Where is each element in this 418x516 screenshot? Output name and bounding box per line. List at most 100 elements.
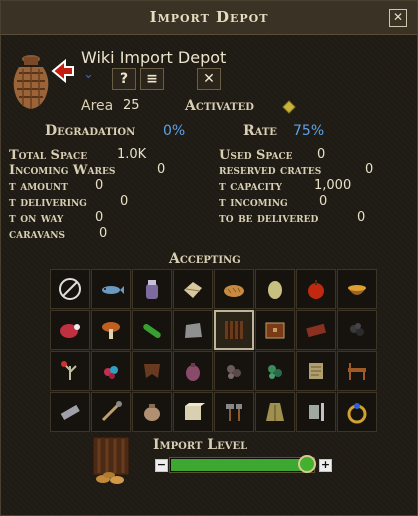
accepted-good-slot[interactable] [91,351,131,391]
accepted-good-slot[interactable] [337,392,377,432]
close-button[interactable]: ✕ [389,9,407,27]
demolish-button[interactable]: ✕ [197,68,221,90]
bread-icon [224,285,244,297]
decrease-level-button[interactable]: − [155,459,168,472]
import-level-slider[interactable] [169,455,316,473]
accepted-good-slot[interactable] [255,351,295,391]
degradation-label: Degradation [45,123,136,139]
accepted-good-slot[interactable] [214,351,254,391]
incoming-wares-value: 0 [157,162,166,177]
accepted-good-slot[interactable] [214,269,254,309]
cloth-bundle-icon [184,282,202,298]
reserved-crates-label: reserved crates [219,163,322,178]
activation-status: Activated [185,98,254,114]
rate-value: 75% [293,123,325,139]
accepted-good-slot[interactable] [173,392,213,432]
fish-icon [102,286,124,294]
help-button[interactable]: ? [112,68,136,90]
accepting-title: Accepting [169,251,241,267]
to-be-delivered-value: 0 [357,210,366,225]
caravans-value: 0 [99,226,108,241]
accepted-good-slot[interactable] [173,269,213,309]
total-space-label: Total Space [9,148,88,163]
pot-icon [144,404,160,421]
hammer-icon [226,404,242,421]
scroll-icon [309,363,323,379]
status-diamond-icon[interactable] [282,100,296,114]
none-icon [59,278,81,300]
used-space-label: Used Space [219,148,293,163]
window-title: Import Depot [149,8,269,26]
t-amount-value: 0 [95,178,104,193]
t-on-way-label: t on way [9,211,64,226]
accepted-good-slot[interactable] [132,310,172,350]
to-be-delivered-label: to be delivered [219,211,319,226]
stone-icon [185,323,202,338]
sack-icon [186,363,200,381]
increase-level-button[interactable]: + [319,459,332,472]
coal-icon [350,323,364,336]
accepted-good-slot[interactable] [91,310,131,350]
t-capacity-label: t capacity [219,179,282,194]
accepted-good-slot[interactable] [255,310,295,350]
import-level-label: Import Level [153,437,248,453]
accepted-good-slot[interactable] [296,392,336,432]
t-capacity-value: 1,000 [314,178,352,193]
egg-icon [268,281,282,299]
accepted-good-slot[interactable] [255,269,295,309]
apple-icon [308,280,324,299]
accepted-good-slot[interactable] [337,351,377,391]
t-amount-label: t amount [9,179,68,194]
accepted-good-slot[interactable] [296,351,336,391]
accepted-good-slot[interactable] [50,392,90,432]
accepted-good-slot[interactable] [132,351,172,391]
accepted-good-slot[interactable] [337,269,377,309]
tools-icon [101,401,122,422]
coat-icon [266,403,284,421]
block-icon [185,403,205,420]
reserved-crates-value: 0 [365,162,374,177]
meat-icon [60,324,80,338]
accepted-good-slot[interactable] [173,351,213,391]
t-incoming-label: t incoming [219,195,288,210]
leather-icon [144,364,160,378]
berries-icon [104,366,118,379]
t-on-way-value: 0 [95,210,104,225]
total-space-value: 1.0K [117,147,147,162]
title-bar: Import Depot ✕ [1,1,417,35]
accepted-good-slot[interactable] [91,269,131,309]
import-level-handle[interactable] [298,455,316,473]
rate-label: Rate [243,123,277,139]
area-label: Area [81,98,114,114]
menu-button[interactable]: ≡ [140,68,164,90]
chest-icon [265,322,285,339]
accepting-grid [50,269,377,432]
chevron-down-icon[interactable]: ⌄ [83,67,94,82]
accepted-good-slot[interactable] [173,310,213,350]
accepted-good-slot[interactable] [132,269,172,309]
import-depot-building-icon [13,55,74,109]
caravans-label: caravans [9,227,65,242]
herb-icon [61,361,77,380]
accepted-good-slot[interactable] [296,269,336,309]
accepted-good-slot[interactable] [50,269,90,309]
accepted-good-slot[interactable] [132,392,172,432]
mushroom-icon [102,322,120,339]
t-delivering-value: 0 [120,194,129,209]
accepted-good-slot[interactable] [337,310,377,350]
accepted-good-slot[interactable] [296,310,336,350]
accepted-good-slot[interactable] [255,392,295,432]
green-ore-icon [268,365,282,379]
accepted-good-slot[interactable] [91,392,131,432]
jar-icon [146,280,158,299]
accepted-good-slot[interactable] [50,310,90,350]
building-name: Wiki Import Depot [81,48,227,67]
cucumber-icon [143,323,161,339]
accepted-good-slot[interactable] [214,310,254,350]
accepted-good-slot[interactable] [214,392,254,432]
t-incoming-value: 0 [319,194,328,209]
incoming-wares-label: Incoming Wares [9,163,116,178]
import-crate-icon [92,436,130,484]
accepted-good-slot[interactable] [50,351,90,391]
import-level-fill [171,459,306,471]
